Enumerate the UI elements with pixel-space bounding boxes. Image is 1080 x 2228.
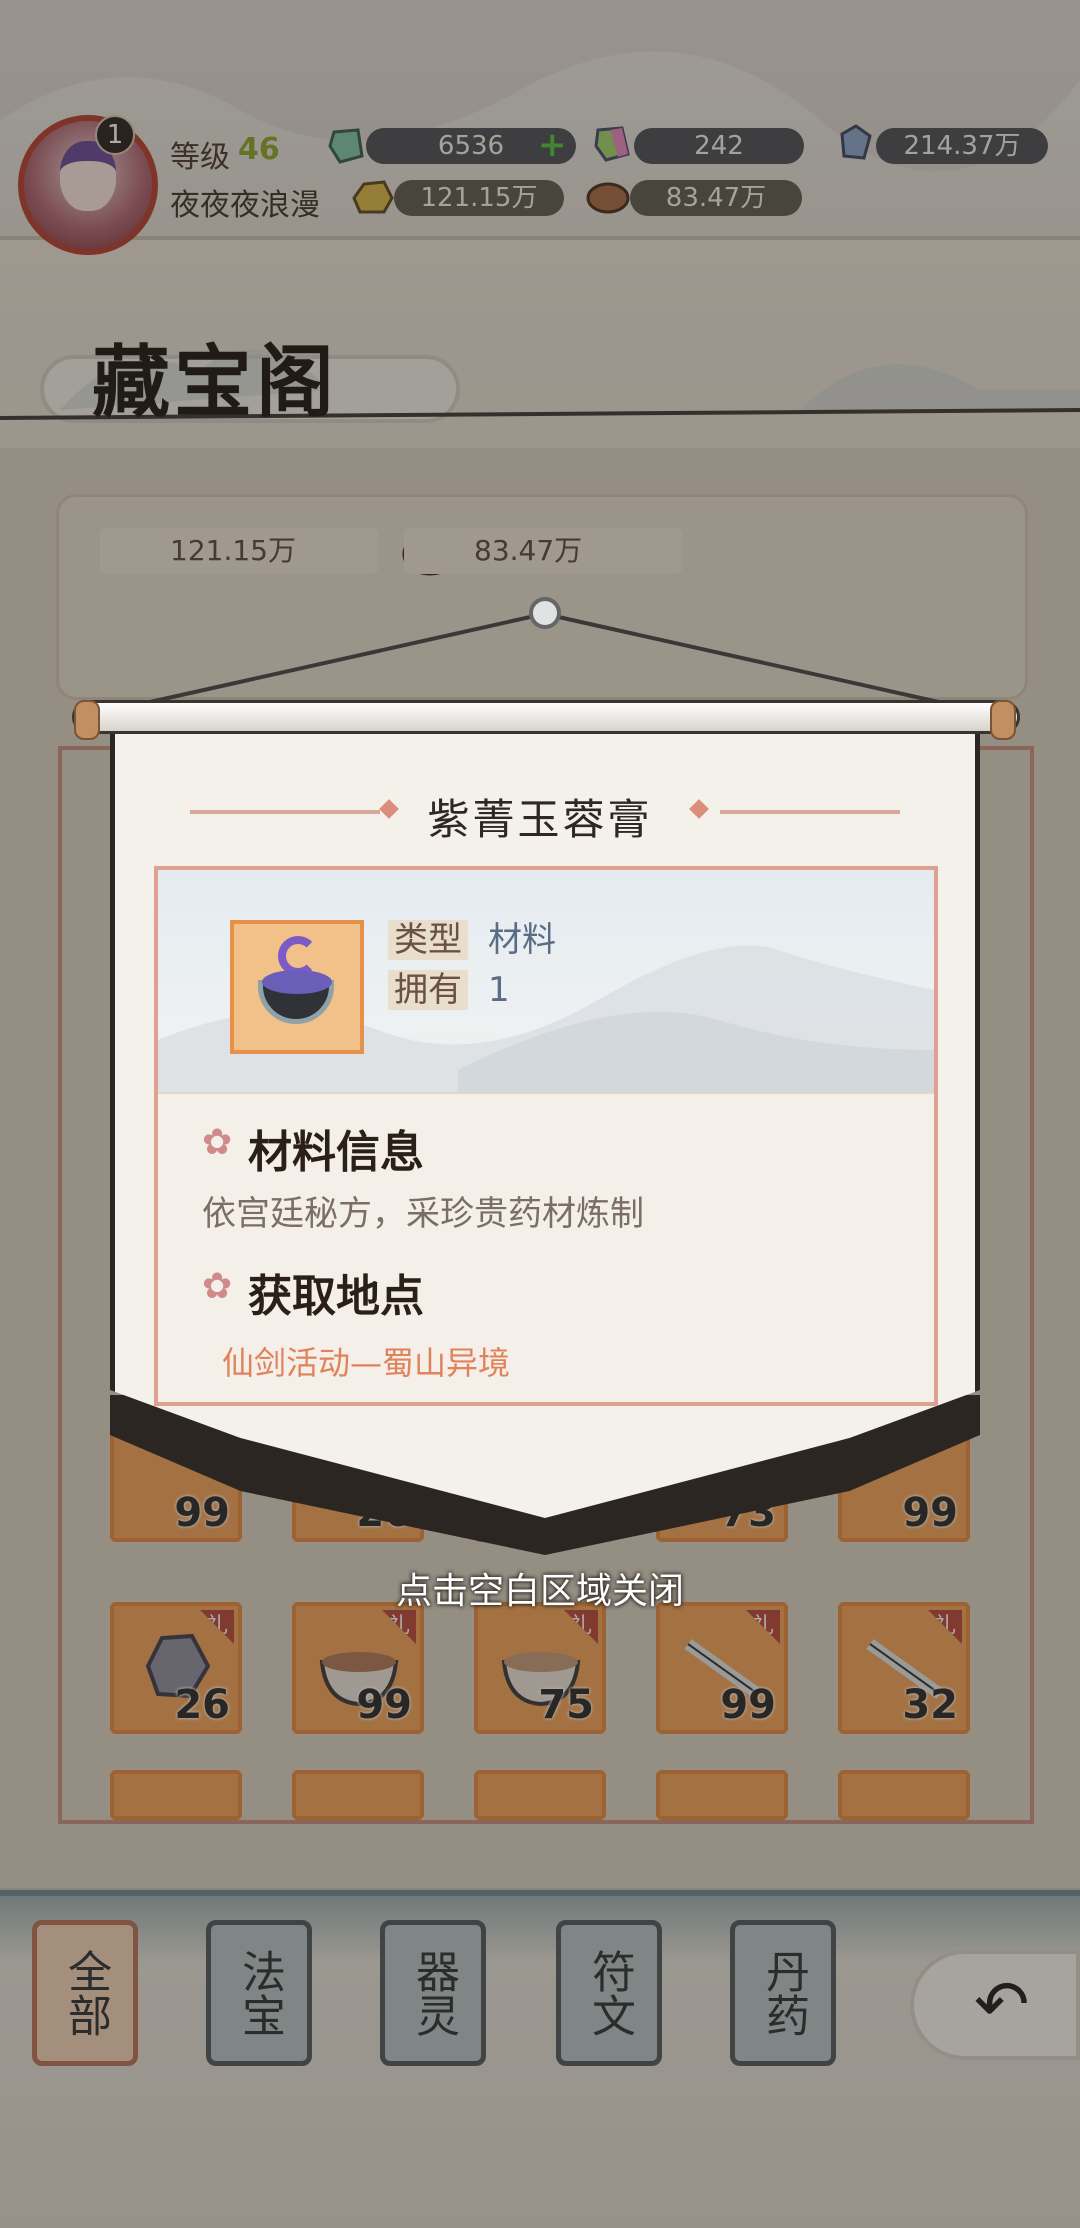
scroll-rod bbox=[72, 700, 1020, 734]
flower-icon: ✿ bbox=[202, 1122, 233, 1163]
own-value: 1 bbox=[488, 970, 510, 1010]
paste-fill bbox=[262, 970, 332, 994]
rod-end bbox=[74, 700, 100, 740]
type-value: 材料 bbox=[488, 920, 556, 960]
item-summary: 类型 材料 拥有 1 bbox=[158, 870, 934, 1092]
info-text: 依宫廷秘方，采珍贵药材炼制 bbox=[202, 1194, 644, 1234]
flower-icon: ✿ bbox=[202, 1266, 233, 1307]
section-divider bbox=[158, 1092, 934, 1094]
item-info-card: 类型 材料 拥有 1 ✿ 材料信息 依宫廷秘方，采珍贵药材炼制 ✿ 获取地点 仙… bbox=[154, 866, 938, 1406]
item-icon-frame bbox=[230, 920, 364, 1054]
item-name: 紫菁玉蓉膏 bbox=[427, 795, 653, 844]
rod-end bbox=[990, 700, 1016, 740]
source-link[interactable]: 仙剑活动—蜀山异境 bbox=[222, 1338, 510, 1384]
type-label: 类型 bbox=[388, 920, 468, 960]
close-hint: 点击空白区域关闭 bbox=[395, 1571, 684, 1612]
own-label: 拥有 bbox=[388, 970, 468, 1010]
info-heading: 材料信息 bbox=[248, 1127, 424, 1178]
hanging-knob bbox=[529, 597, 561, 629]
source-heading: 获取地点 bbox=[248, 1271, 424, 1322]
